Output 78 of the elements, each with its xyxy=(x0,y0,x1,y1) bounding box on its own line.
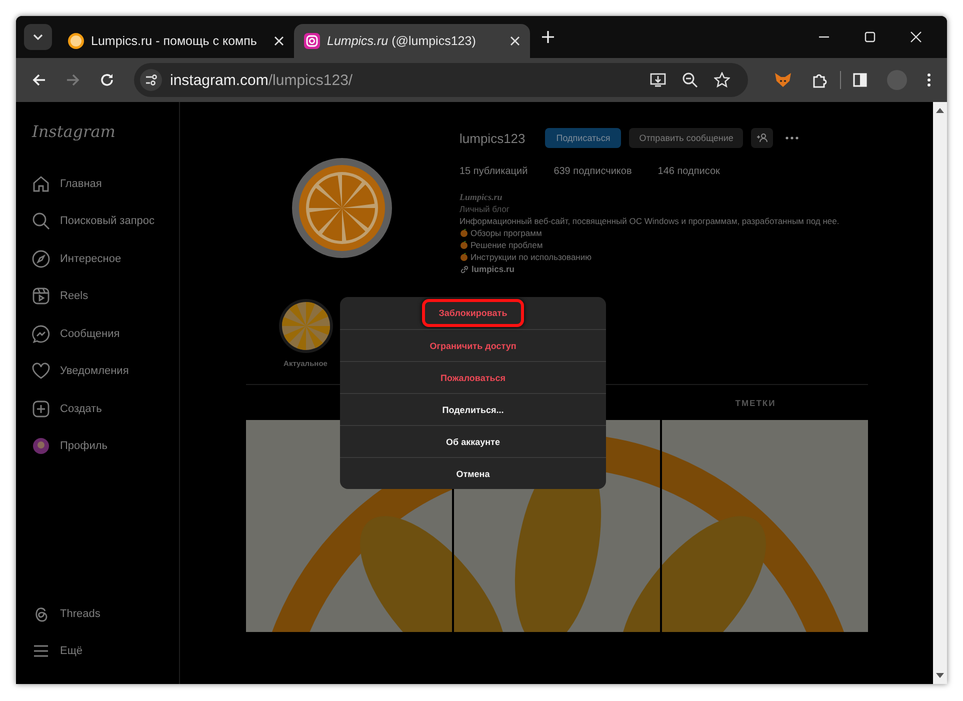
profile-description: Информационный веб-сайт, посвященный ОС Windows и программам, разработанным под нее. xyxy=(460,215,840,227)
reload-icon[interactable] xyxy=(100,73,114,87)
scroll-up-icon[interactable] xyxy=(936,108,944,113)
install-app-icon[interactable] xyxy=(650,72,666,88)
zoom-icon[interactable] xyxy=(682,72,698,88)
home-icon xyxy=(32,174,50,193)
back-icon[interactable] xyxy=(32,73,46,87)
new-tab-icon[interactable] xyxy=(542,31,554,43)
highlight-outline: Заблокировать xyxy=(422,299,524,327)
link-icon xyxy=(460,264,468,274)
menu-item[interactable]: Об аккаунте xyxy=(340,425,606,457)
maximize-icon[interactable] xyxy=(864,31,876,43)
follow-button[interactable]: Подписаться xyxy=(545,128,622,148)
tab-search-button[interactable] xyxy=(24,24,52,50)
profile-stat[interactable]: 15 публикаций xyxy=(460,166,528,177)
tab-title: Lumpics.ru (@lumpics123) xyxy=(327,34,477,48)
sidebar-item[interactable]: Threads xyxy=(32,595,179,632)
scroll-down-icon[interactable] xyxy=(936,673,944,678)
sidebar-item[interactable]: Интересное xyxy=(32,240,179,278)
tab-title: Lumpics.ru - помощь с компь xyxy=(91,34,258,48)
sidebar-item[interactable]: Создать xyxy=(32,390,179,428)
close-icon[interactable] xyxy=(510,36,520,46)
menu-item[interactable]: Поделиться... xyxy=(340,393,606,425)
fruit-icon xyxy=(460,229,468,237)
more-options-icon[interactable] xyxy=(785,136,800,140)
url-text: instagram.com/lumpics123/ xyxy=(170,72,353,88)
sidebar-item[interactable]: Профиль xyxy=(32,428,179,465)
sidebar-item[interactable]: Главная xyxy=(32,165,179,202)
menu-item[interactable]: Заблокировать xyxy=(340,297,606,329)
add-person-button[interactable] xyxy=(751,128,774,148)
messages-icon xyxy=(32,324,50,343)
close-icon[interactable] xyxy=(274,36,284,46)
reels-icon xyxy=(32,287,50,306)
message-button[interactable]: Отправить сообщение xyxy=(629,128,744,148)
sidebar-item[interactable]: Ещё xyxy=(32,632,179,670)
citrus-slice-icon xyxy=(278,299,332,353)
bio-line: Решение проблем xyxy=(470,239,543,251)
citrus-avatar-icon xyxy=(292,158,392,258)
username: lumpics123 xyxy=(460,130,526,146)
profile-link[interactable]: lumpics.ru xyxy=(472,263,514,275)
profile-category: Личный блог xyxy=(460,203,511,215)
sidebar-item[interactable]: Reels xyxy=(32,278,179,315)
browser-tab[interactable]: Lumpics.ru - помощь с компь xyxy=(58,24,294,58)
scrollbar[interactable] xyxy=(933,102,947,684)
sidebar-item[interactable]: Поисковый запрос xyxy=(32,202,179,240)
profile-stat[interactable]: 639 подписчиков xyxy=(554,166,632,177)
profile-stat[interactable]: 146 подписок xyxy=(658,166,720,177)
site-settings-icon[interactable] xyxy=(140,69,162,91)
extensions-icon[interactable] xyxy=(812,72,828,88)
profile-icon xyxy=(32,437,50,456)
camera-favicon-icon xyxy=(304,33,320,49)
fruit-icon xyxy=(460,253,468,261)
side-panel-icon[interactable] xyxy=(853,73,867,87)
menu-item[interactable]: Ограничить доступ xyxy=(340,329,606,361)
star-icon[interactable] xyxy=(714,72,730,88)
sidebar-item[interactable]: Уведомления xyxy=(32,352,179,390)
menu-icon[interactable] xyxy=(927,73,931,87)
citrus-favicon-icon xyxy=(68,33,84,49)
menu-item[interactable]: Отмена xyxy=(340,457,606,489)
bio-line: Инструкции по использованию xyxy=(470,251,592,263)
fox-icon[interactable] xyxy=(774,72,792,88)
close-icon[interactable] xyxy=(910,31,922,43)
sidebar-item[interactable]: Сообщения xyxy=(32,315,179,352)
bio-line: Обзоры программ xyxy=(470,227,542,239)
browser-tab[interactable]: Lumpics.ru (@lumpics123) xyxy=(294,24,530,58)
chevron-down-icon xyxy=(33,34,43,40)
explore-icon xyxy=(32,250,50,268)
profile-name: Lumpics.ru xyxy=(460,191,504,203)
profile-tab[interactable]: ТМЕТКИ xyxy=(735,398,776,408)
search-icon xyxy=(32,212,50,230)
instagram-logo[interactable]: Instagram xyxy=(32,122,179,141)
add-person-icon xyxy=(756,133,768,143)
create-icon xyxy=(32,400,50,418)
notifications-icon xyxy=(32,362,50,380)
address-bar[interactable]: instagram.com/lumpics123/ xyxy=(134,63,748,97)
forward-icon[interactable] xyxy=(66,73,80,87)
fruit-icon xyxy=(460,241,468,249)
menu-item[interactable]: Пожаловаться xyxy=(340,361,606,393)
